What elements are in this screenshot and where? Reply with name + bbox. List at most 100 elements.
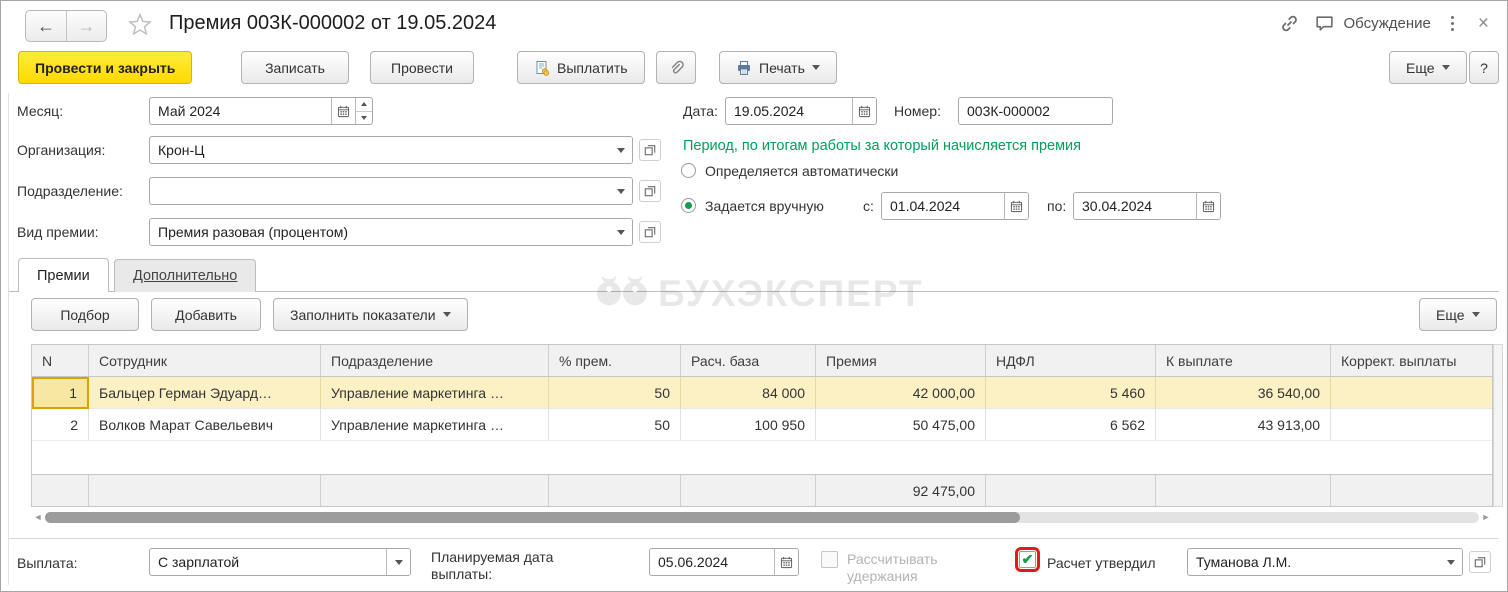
cell-base[interactable]: 84 000	[681, 377, 816, 409]
col-header-base[interactable]: Расч. база	[681, 345, 816, 377]
approved-by-field[interactable]: Туманова Л.М.	[1187, 548, 1463, 576]
cell-topay[interactable]: 43 913,00	[1156, 409, 1331, 441]
pick-button[interactable]: Подбор	[31, 298, 139, 331]
department-field[interactable]	[149, 177, 633, 205]
cell-n[interactable]: 2	[32, 409, 89, 441]
post-button[interactable]: Провести	[370, 51, 474, 84]
date-value[interactable]: 19.05.2024	[726, 98, 852, 124]
number-value[interactable]: 003К-000002	[959, 98, 1112, 124]
cell-base[interactable]: 100 950	[681, 409, 816, 441]
tab-bonuses[interactable]: Премии	[18, 258, 109, 292]
cell-correction[interactable]	[1331, 377, 1492, 409]
help-button[interactable]: ?	[1469, 51, 1499, 84]
table-row[interactable]: 1 Бальцер Герман Эдуард… Управление марк…	[32, 377, 1492, 409]
cell-employee[interactable]: Волков Марат Савельевич	[89, 409, 321, 441]
approved-by-open-button[interactable]	[1469, 551, 1491, 573]
cell-topay[interactable]: 36 540,00	[1156, 377, 1331, 409]
period-auto-radio[interactable]	[681, 163, 696, 178]
bonus-type-dropdown-button[interactable]	[610, 219, 632, 245]
approved-by-dropdown-button[interactable]	[1440, 549, 1462, 575]
planned-date-value[interactable]: 05.06.2024	[650, 549, 774, 575]
organization-open-button[interactable]	[639, 139, 661, 161]
stepper-up-icon[interactable]	[356, 98, 372, 111]
cell-ndfl[interactable]: 6 562	[986, 409, 1156, 441]
period-to-value[interactable]: 30.04.2024	[1074, 193, 1196, 219]
col-header-bonus[interactable]: Премия	[816, 345, 986, 377]
organization-field[interactable]: Крон-Ц	[149, 136, 633, 164]
bonus-type-value[interactable]: Премия разовая (процентом)	[150, 219, 610, 245]
scroll-right-icon[interactable]: ►	[1479, 512, 1493, 522]
period-to-calendar-button[interactable]	[1196, 193, 1220, 219]
payment-value[interactable]: С зарплатой	[150, 549, 386, 575]
col-header-n[interactable]: N	[32, 345, 89, 377]
tab-additional[interactable]: Дополнительно	[114, 259, 257, 292]
approved-by-value[interactable]: Туманова Л.М.	[1188, 549, 1440, 575]
stepper-down-icon[interactable]	[356, 110, 372, 125]
cell-correction[interactable]	[1331, 409, 1492, 441]
calc-deductions-checkbox[interactable]	[821, 551, 838, 568]
toolbar-more-button[interactable]: Еще	[1389, 51, 1467, 84]
period-from-value[interactable]: 01.04.2024	[882, 193, 1004, 219]
scroll-left-icon[interactable]: ◄	[31, 512, 45, 522]
cell-employee[interactable]: Бальцер Герман Эдуард…	[89, 377, 321, 409]
attachments-button[interactable]	[656, 51, 696, 84]
col-header-percent[interactable]: % прем.	[549, 345, 681, 377]
date-field[interactable]: 19.05.2024	[725, 97, 877, 125]
payment-field[interactable]: С зарплатой	[149, 548, 411, 576]
cell-bonus[interactable]: 50 475,00	[816, 409, 986, 441]
month-stepper[interactable]	[355, 98, 372, 124]
table-vertical-scrollbar[interactable]	[1493, 344, 1503, 507]
cell-department[interactable]: Управление маркетинга …	[321, 377, 549, 409]
payment-dropdown-button[interactable]	[386, 549, 410, 575]
print-button[interactable]: Печать	[719, 51, 837, 84]
fill-indicators-button[interactable]: Заполнить показатели	[273, 298, 468, 331]
department-value[interactable]	[150, 178, 610, 204]
period-manual-radio[interactable]	[681, 198, 696, 213]
planned-date-calendar-button[interactable]	[774, 549, 798, 575]
col-header-correction[interactable]: Коррект. выплаты	[1331, 345, 1492, 377]
col-header-ndfl[interactable]: НДФЛ	[986, 345, 1156, 377]
period-to-field[interactable]: 30.04.2024	[1073, 192, 1221, 220]
pay-button[interactable]: Выплатить	[517, 51, 645, 84]
month-calendar-button[interactable]	[331, 98, 355, 124]
organization-dropdown-button[interactable]	[610, 137, 632, 163]
discussion-button[interactable]: Обсуждение	[1314, 14, 1431, 33]
period-from-calendar-button[interactable]	[1004, 193, 1028, 219]
department-open-button[interactable]	[639, 180, 661, 202]
bonus-type-field[interactable]: Премия разовая (процентом)	[149, 218, 633, 246]
cell-percent[interactable]: 50	[549, 377, 681, 409]
approved-checkbox[interactable]: ✔	[1015, 547, 1040, 572]
planned-date-field[interactable]: 05.06.2024	[649, 548, 799, 576]
department-dropdown-button[interactable]	[610, 178, 632, 204]
forward-button[interactable]: →	[66, 11, 106, 41]
table-row[interactable]: 2 Волков Марат Савельевич Управление мар…	[32, 409, 1492, 441]
col-header-topay[interactable]: К выплате	[1156, 345, 1331, 377]
close-button[interactable]: ×	[1474, 14, 1493, 33]
month-value[interactable]: Май 2024	[150, 98, 331, 124]
cell-n[interactable]: 1	[32, 377, 89, 409]
copy-link-button[interactable]	[1279, 13, 1300, 34]
table-empty-area[interactable]	[32, 441, 1492, 474]
number-field[interactable]: 003К-000002	[958, 97, 1113, 125]
window-menu-button[interactable]	[1445, 14, 1460, 33]
save-button[interactable]: Записать	[241, 51, 349, 84]
date-calendar-button[interactable]	[852, 98, 876, 124]
cell-bonus[interactable]: 42 000,00	[816, 377, 986, 409]
add-button[interactable]: Добавить	[151, 298, 261, 331]
bonus-type-open-button[interactable]	[639, 221, 661, 243]
col-header-employee[interactable]: Сотрудник	[89, 345, 321, 377]
post-and-close-button[interactable]: Провести и закрыть	[18, 51, 193, 84]
scrollbar-thumb[interactable]	[45, 511, 1021, 523]
month-field[interactable]: Май 2024	[149, 97, 373, 125]
table-more-button[interactable]: Еще	[1419, 298, 1497, 331]
period-from-field[interactable]: 01.04.2024	[881, 192, 1029, 220]
col-header-department[interactable]: Подразделение	[321, 345, 549, 377]
cell-percent[interactable]: 50	[549, 409, 681, 441]
cell-department[interactable]: Управление маркетинга …	[321, 409, 549, 441]
print-dropdown-icon	[811, 65, 820, 70]
back-button[interactable]: ←	[26, 11, 66, 41]
table-horizontal-scrollbar[interactable]: ◄ ►	[31, 509, 1493, 525]
cell-ndfl[interactable]: 5 460	[986, 377, 1156, 409]
organization-value[interactable]: Крон-Ц	[150, 137, 610, 163]
favorite-star-button[interactable]	[128, 13, 152, 36]
